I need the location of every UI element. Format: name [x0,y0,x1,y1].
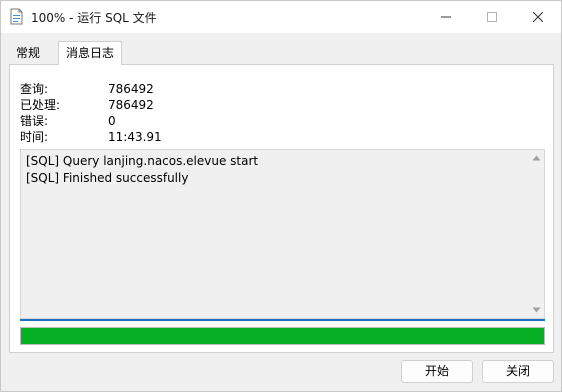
run-sql-dialog: 100% - 运行 SQL 文件 常规 消息日志 查询: 786492 已处理:… [0,0,562,392]
log-lines: [SQL] Query lanjing.nacos.elevue start [… [26,153,258,187]
stat-label: 错误: [20,114,49,128]
stat-value: 786492 [108,98,154,112]
log-line: [SQL] Finished successfully [26,171,189,185]
close-button[interactable]: 关闭 [482,360,554,383]
log-scrollbar[interactable] [529,150,544,318]
title-bar[interactable]: 100% - 运行 SQL 文件 [1,1,561,33]
sql-file-icon [10,8,23,25]
close-icon [533,12,543,22]
log-textarea[interactable]: [SQL] Query lanjing.nacos.elevue start [… [20,149,545,319]
stat-value: 0 [108,114,116,128]
stat-value: 11:43.91 [108,130,162,144]
stat-label: 查询: [20,82,49,96]
stat-value: 786492 [108,82,154,96]
scroll-down-arrow-icon[interactable] [532,307,541,313]
tab-message-log[interactable]: 消息日志 [58,41,123,65]
tab-strip: 常规 消息日志 [9,41,553,65]
progress-bar [20,327,545,345]
tab-general[interactable]: 常规 [9,44,47,64]
stat-label: 已处理: [20,98,61,112]
message-log-panel: 查询: 786492 已处理: 786492 错误: 0 时间: 11:43.9… [9,64,554,353]
start-button[interactable]: 开始 [401,360,473,383]
maximize-button[interactable] [469,1,515,33]
stat-label: 时间: [20,130,49,144]
minimize-button[interactable] [423,1,469,33]
log-line: [SQL] Query lanjing.nacos.elevue start [26,154,259,168]
progress-separator [20,319,545,321]
progress-fill [21,328,544,344]
minimize-icon [441,16,451,18]
scroll-up-arrow-icon[interactable] [532,155,541,161]
window-title: 100% - 运行 SQL 文件 [31,11,157,25]
close-window-button[interactable] [515,1,561,33]
maximize-icon [487,12,497,22]
